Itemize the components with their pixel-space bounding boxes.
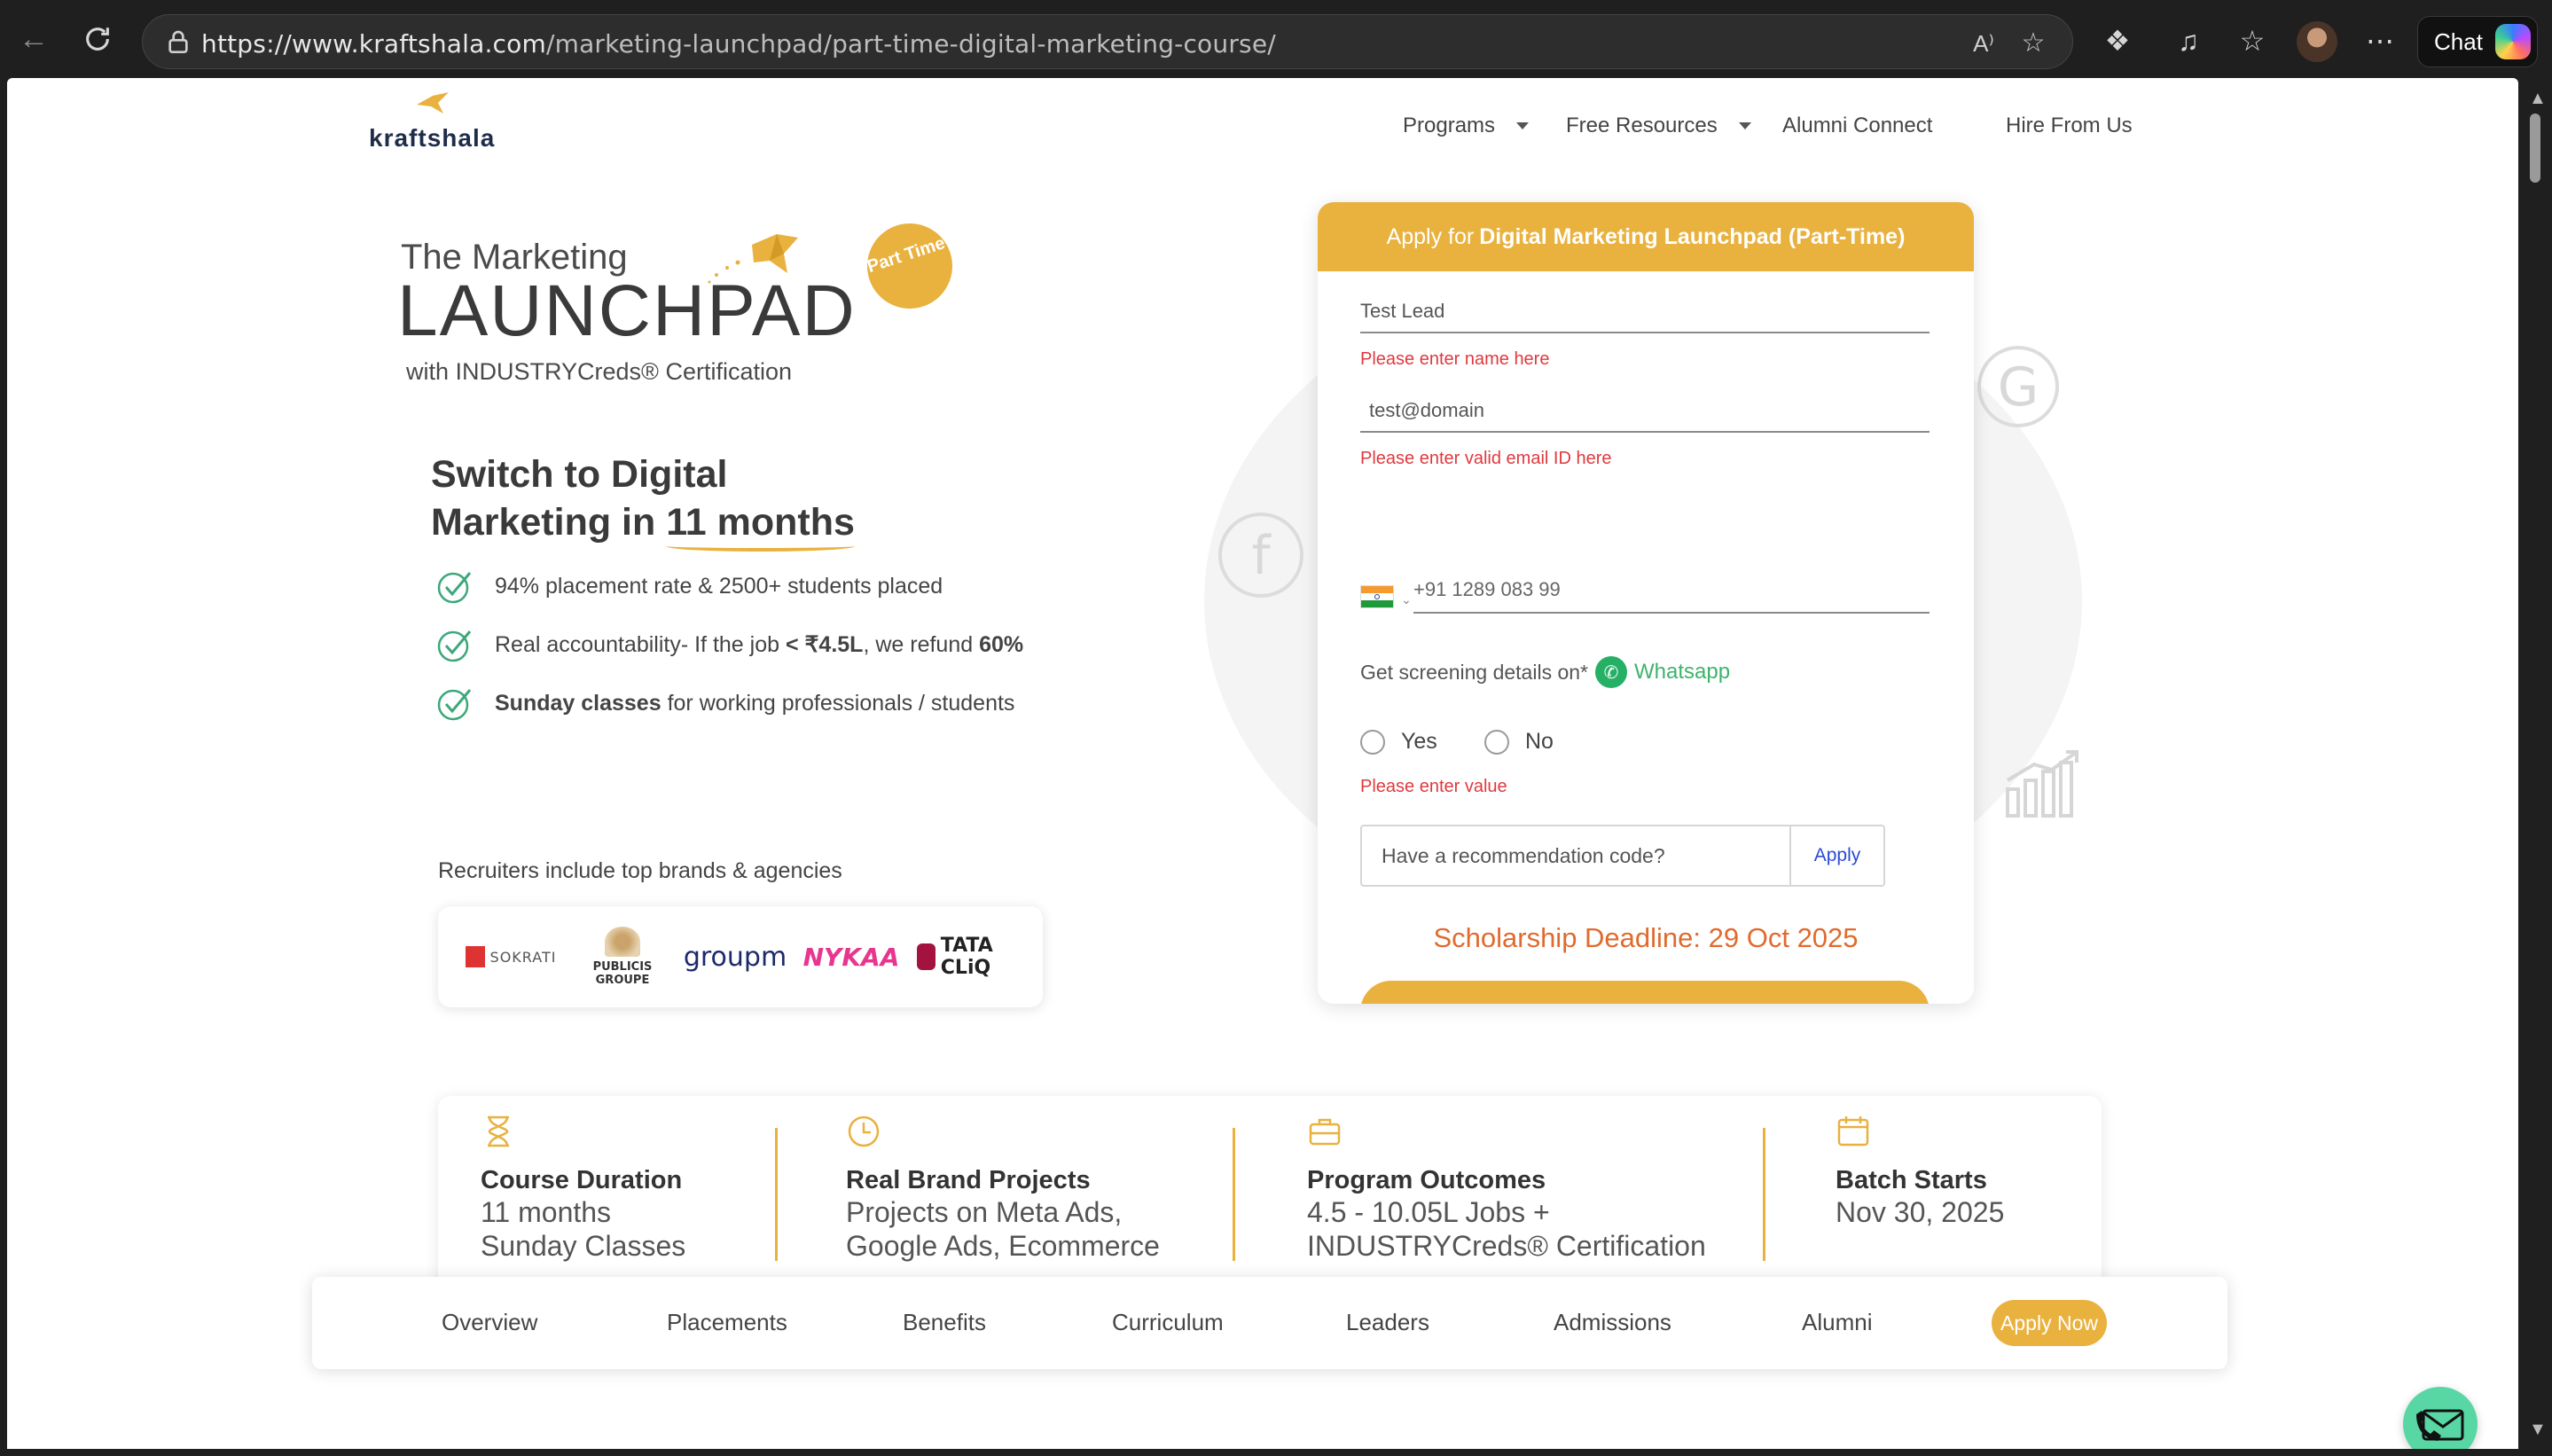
favorite-star-icon[interactable]: ☆ — [2017, 27, 2049, 59]
stat-program-outcomes: Program Outcomes 4.5 - 10.05L Jobs + IND… — [1307, 1114, 1706, 1263]
secnav-admissions[interactable]: Admissions — [1554, 1309, 1671, 1336]
bullet-placement: 94% placement rate & 2500+ students plac… — [436, 568, 943, 605]
radio-no[interactable] — [1484, 729, 1509, 755]
url-text: https://www.kraftshala.com/marketing-lau… — [201, 29, 1276, 59]
name-error: Please enter name here — [1360, 349, 1550, 369]
check-circle-icon — [437, 630, 472, 662]
page-viewport: kraftshala Programs Free Resources Alumn… — [7, 78, 2518, 1449]
brand-logo-sokrati: SOKRATI — [461, 906, 560, 1007]
check-circle-icon — [437, 572, 472, 604]
stat-batch-starts: Batch Starts Nov 30, 2025 — [1836, 1114, 2004, 1229]
nav-alumni-connect[interactable]: Alumni Connect — [1782, 114, 1932, 138]
contact-float-button[interactable] — [2403, 1387, 2478, 1449]
chevron-down-icon — [1516, 122, 1530, 129]
scroll-up-icon[interactable]: ▲ — [2529, 89, 2547, 109]
address-bar[interactable]: https://www.kraftshala.com/marketing-lau… — [142, 14, 2073, 69]
copilot-icon — [2494, 24, 2531, 59]
section-nav: Overview Placements Benefits Curriculum … — [312, 1277, 2227, 1369]
back-icon[interactable]: ← — [14, 20, 53, 59]
radio-yes[interactable] — [1360, 729, 1385, 755]
site-logo[interactable]: kraftshala — [369, 124, 495, 153]
apply-code-button[interactable]: Apply — [1789, 826, 1885, 885]
whatsapp-label: Whatsapp — [1634, 660, 1731, 684]
bullet-accountability: Real accountability- If the job < ₹4.5L,… — [436, 626, 1023, 663]
recommendation-code-input[interactable]: Have a recommendation code? — [1382, 844, 1665, 868]
chevron-down-icon — [1738, 122, 1751, 129]
country-chevron-icon[interactable]: ⌄ — [1401, 592, 1412, 607]
calendar-icon — [1837, 1116, 1869, 1147]
brand-logo-groupm: groupm — [683, 941, 787, 973]
facebook-icon: f — [1218, 513, 1303, 598]
kraftshala-bird-icon — [417, 92, 449, 114]
india-flag-icon[interactable] — [1360, 585, 1394, 608]
form-title: Apply for Digital Marketing Launchpad (P… — [1318, 202, 1974, 271]
email-error: Please enter valid email ID here — [1360, 449, 1612, 468]
check-circle-icon — [437, 689, 472, 721]
radio-yes-option[interactable]: Yes — [1360, 729, 1437, 755]
extensions-icon[interactable]: ❖ — [2100, 23, 2135, 59]
certification-line: with INDUSTRYCreds® Certification — [406, 358, 793, 385]
recruiter-logos: SOKRATI PUBLICIS GROUPE groupm NYKAA TAT… — [438, 906, 1043, 1007]
google-icon: G — [1977, 346, 2059, 427]
continue-button[interactable]: CONTINUE — [1360, 981, 1930, 1004]
bullet-sunday-classes: Sunday classes for working professionals… — [436, 685, 1014, 722]
secnav-benefits[interactable]: Benefits — [903, 1309, 986, 1336]
chat-label: Chat — [2434, 27, 2483, 55]
scroll-thumb[interactable] — [2530, 114, 2540, 183]
screening-row: Get screening details on* ✆ Whatsapp — [1360, 656, 1730, 688]
profile-avatar[interactable] — [2297, 21, 2337, 62]
hourglass-icon — [488, 1115, 509, 1147]
brand-logo-nykaa: NYKAA — [802, 942, 900, 972]
page-scrollbar[interactable]: ▲ ▼ — [2518, 78, 2552, 1449]
nav-hire-from-us[interactable]: Hire From Us — [2006, 114, 2133, 138]
read-aloud-icon[interactable]: A⁾ — [1968, 27, 2000, 59]
nav-free-resources[interactable]: Free Resources — [1566, 114, 1751, 138]
browser-chrome: ← https://www.kraftshala.com/marketing-l… — [0, 0, 2552, 78]
whatsapp-icon: ✆ — [1595, 656, 1627, 688]
origami-bird-icon — [708, 234, 798, 284]
radio-error: Please enter value — [1360, 777, 1507, 796]
scroll-down-icon[interactable]: ▼ — [2529, 1420, 2547, 1440]
clock-icon — [848, 1115, 880, 1147]
radio-no-option[interactable]: No — [1484, 729, 1554, 755]
stat-course-duration: Course Duration 11 months Sunday Classes — [481, 1114, 685, 1263]
lock-icon — [164, 28, 192, 57]
favorites-icon[interactable]: ☆ — [2235, 23, 2270, 59]
program-highlights: Course Duration 11 months Sunday Classes… — [438, 1096, 2102, 1291]
stat-brand-projects: Real Brand Projects Projects on Meta Ads… — [846, 1114, 1160, 1263]
media-icon[interactable]: ♫ — [2171, 23, 2206, 59]
application-form: Apply for Digital Marketing Launchpad (P… — [1318, 202, 1974, 1004]
secnav-overview[interactable]: Overview — [442, 1309, 537, 1336]
scholarship-deadline: Scholarship Deadline: 29 Oct 2025 — [1433, 922, 1859, 953]
part-time-badge: Part Time — [856, 212, 964, 320]
briefcase-icon — [1309, 1118, 1341, 1146]
secnav-placements[interactable]: Placements — [667, 1309, 787, 1336]
secnav-leaders[interactable]: Leaders — [1346, 1309, 1429, 1336]
chat-button[interactable]: Chat — [2417, 16, 2538, 67]
phone-input[interactable]: +91 1289 083 99 — [1413, 578, 1930, 614]
secnav-curriculum[interactable]: Curriculum — [1112, 1309, 1224, 1336]
brand-logo-tatacliq: TATA CLiQ — [917, 906, 1016, 1007]
analytics-chart-icon — [2006, 750, 2078, 818]
recommendation-code-field: Have a recommendation code? Apply — [1360, 825, 1885, 887]
recruiters-title: Recruiters include top brands & agencies — [438, 858, 842, 883]
name-input[interactable]: Test Lead — [1360, 300, 1930, 333]
secnav-alumni[interactable]: Alumni — [1802, 1309, 1872, 1336]
more-menu-icon[interactable]: ⋯ — [2362, 23, 2398, 59]
phone-mail-icon — [2416, 1409, 2464, 1441]
apply-now-button[interactable]: Apply Now — [1992, 1300, 2107, 1346]
brand-logo-publicis: PUBLICIS GROUPE — [580, 906, 665, 1007]
email-input[interactable]: test@domain — [1360, 399, 1930, 433]
reload-icon[interactable] — [78, 20, 117, 59]
hero-headline: Switch to Digital Marketing in 11 months — [431, 450, 855, 552]
nav-programs[interactable]: Programs — [1403, 114, 1530, 138]
